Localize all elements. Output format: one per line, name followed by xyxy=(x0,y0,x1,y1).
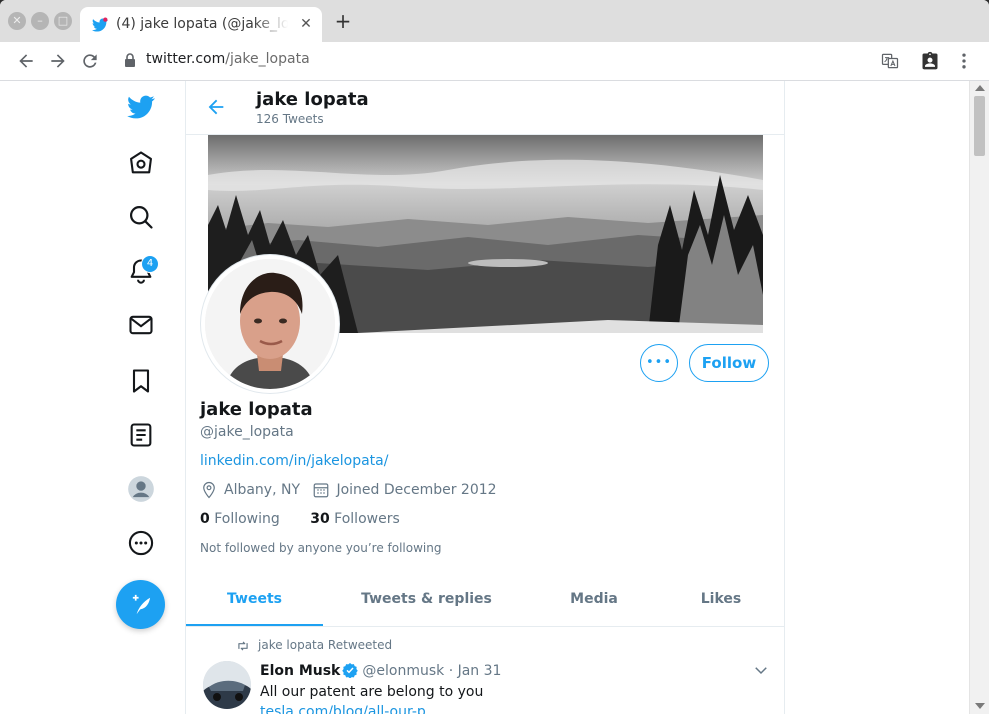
messages-icon[interactable] xyxy=(127,311,155,339)
followers-link[interactable]: 30 Followers xyxy=(310,511,400,527)
following-link[interactable]: 0 Following xyxy=(200,511,280,527)
browser-tab[interactable]: (4) jake lopata (@jake_lopata) ✕ xyxy=(80,7,322,42)
profile-more-button[interactable]: ••• xyxy=(640,344,678,382)
back-arrow-icon[interactable] xyxy=(205,96,227,118)
tweet-author-name[interactable]: Elon Musk xyxy=(260,663,340,679)
tab-tweets[interactable]: Tweets xyxy=(186,573,323,626)
page-viewport: 4 jake lopata 126 Tweets ••• Follow jake… xyxy=(0,81,989,714)
profile-name: jake lopata xyxy=(200,399,313,420)
search-icon[interactable] xyxy=(127,203,155,231)
back-arrow-icon[interactable] xyxy=(16,51,36,71)
main-column: jake lopata 126 Tweets ••• Follow jake l… xyxy=(185,81,785,714)
translate-icon[interactable] xyxy=(880,51,900,71)
retweet-icon xyxy=(238,641,248,650)
profile-handle: @jake_lopata xyxy=(200,424,294,440)
chevron-down-icon[interactable] xyxy=(752,661,770,679)
followed-by-note: Not followed by anyone you’re following xyxy=(200,541,442,555)
home-icon[interactable] xyxy=(127,149,155,177)
reload-icon[interactable] xyxy=(80,51,100,71)
feather-plus-icon xyxy=(132,594,151,615)
tweet-author-handle[interactable]: @elonmusk xyxy=(362,663,444,679)
forward-arrow-icon[interactable] xyxy=(48,51,68,71)
tweet-date[interactable]: · Jan 31 xyxy=(449,663,502,679)
tab-title: (4) jake lopata (@jake_lopata) xyxy=(116,16,288,32)
lock-icon[interactable] xyxy=(124,52,136,68)
followers-count: 30 xyxy=(310,511,330,527)
followers-label: Followers xyxy=(334,511,400,527)
profile-website-link[interactable]: linkedin.com/in/jakelopata/ xyxy=(200,453,388,469)
profile-meta: Albany, NY Joined December 2012 xyxy=(200,481,497,501)
tweet-text: All our patent are belong to you xyxy=(260,684,484,700)
twitter-logo-icon[interactable] xyxy=(127,93,155,121)
address-bar[interactable]: twitter.com/jake_lopata xyxy=(146,51,310,67)
profile-photo-art xyxy=(205,259,335,389)
tab-likes[interactable]: Likes xyxy=(658,573,784,626)
tab-close-icon[interactable]: ✕ xyxy=(298,16,314,32)
scroll-up-arrow-icon[interactable] xyxy=(975,85,985,91)
more-options-icon[interactable] xyxy=(127,529,155,557)
calendar-icon xyxy=(314,483,329,498)
url-host: twitter.com xyxy=(146,51,226,67)
window-minimize-button[interactable]: – xyxy=(31,12,49,30)
profile-avatar[interactable] xyxy=(201,255,339,393)
tweet-author-avatar-art xyxy=(203,661,251,709)
verified-badge-icon xyxy=(342,663,359,678)
browser-menu-icon[interactable] xyxy=(954,51,974,71)
location-pin-icon xyxy=(203,481,215,499)
tweet-link[interactable]: tesla.com/blog/all-our-p... xyxy=(260,704,439,714)
follow-button[interactable]: Follow xyxy=(689,344,769,382)
tab-media[interactable]: Media xyxy=(530,573,658,626)
profile-stats: 0 Following 30 Followers xyxy=(200,511,400,527)
header-tweet-count: 126 Tweets xyxy=(256,112,324,126)
following-label: Following xyxy=(214,511,280,527)
tab-tweets-and-replies[interactable]: Tweets & replies xyxy=(323,573,530,626)
compose-tweet-button[interactable] xyxy=(116,580,165,629)
profile-header-bar: jake lopata 126 Tweets xyxy=(186,81,784,135)
profile-joined-date: Joined December 2012 xyxy=(336,482,497,498)
browser-toolbar: twitter.com/jake_lopata xyxy=(0,42,989,81)
window-close-button[interactable]: ✕ xyxy=(8,12,26,30)
tab-strip: ✕ – □ (4) jake lopata (@jake_lopata) ✕ + xyxy=(0,0,989,42)
page-scrollbar[interactable] xyxy=(969,81,989,714)
profile-tabs: Tweets Tweets & replies Media Likes xyxy=(186,573,784,627)
scroll-down-arrow-icon[interactable] xyxy=(975,703,985,709)
tweet-header: Elon Musk @elonmusk · Jan 31 xyxy=(260,662,501,679)
following-count: 0 xyxy=(200,511,210,527)
profile-location: Albany, NY xyxy=(224,482,301,498)
profile-avatar-icon[interactable] xyxy=(127,475,155,503)
window-maximize-button[interactable]: □ xyxy=(54,12,72,30)
profile-photo xyxy=(205,259,335,389)
retweet-label[interactable]: jake lopata Retweeted xyxy=(258,638,392,652)
url-path: /jake_lopata xyxy=(225,51,310,67)
bookmarks-icon[interactable] xyxy=(127,367,155,395)
header-name: jake lopata xyxy=(256,89,369,110)
browser-window: ✕ – □ (4) jake lopata (@jake_lopata) ✕ +… xyxy=(0,0,989,714)
notifications-badge: 4 xyxy=(141,255,159,273)
twitter-favicon-icon xyxy=(92,17,108,32)
tweet-author-avatar[interactable] xyxy=(203,661,251,709)
scrollbar-thumb[interactable] xyxy=(974,96,985,156)
new-tab-button[interactable]: + xyxy=(333,11,353,31)
clipboard-profile-icon[interactable] xyxy=(920,51,940,71)
retweet-indicator: jake lopata Retweeted xyxy=(236,638,392,653)
lists-icon[interactable] xyxy=(127,421,155,449)
